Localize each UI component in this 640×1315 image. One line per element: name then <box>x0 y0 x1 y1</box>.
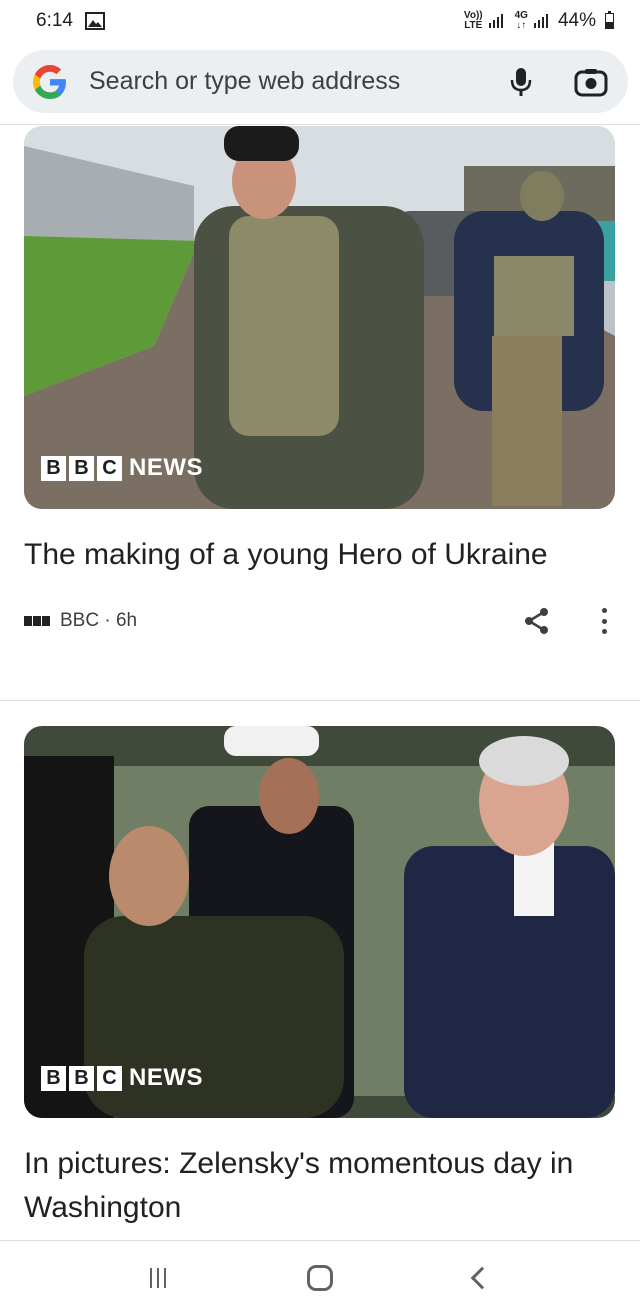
article-title[interactable]: The making of a young Hero of Ukraine <box>24 533 616 577</box>
back-icon[interactable] <box>470 1266 493 1290</box>
signal-bars-icon <box>488 14 503 28</box>
divider <box>0 700 640 701</box>
lens-icon[interactable] <box>574 67 608 97</box>
bbc-news-logo: B B C NEWS <box>41 454 203 482</box>
gallery-icon <box>84 12 105 30</box>
article-image[interactable]: B B C NEWS <box>24 726 615 1118</box>
handshake-photo <box>24 726 615 1118</box>
article-image[interactable]: B B C NEWS <box>24 126 615 509</box>
battery-icon <box>605 11 614 29</box>
article-title[interactable]: In pictures: Zelensky's momentous day in… <box>24 1142 616 1230</box>
navigation-bar <box>0 1240 640 1315</box>
signal-bars-2-icon <box>533 14 548 28</box>
more-icon[interactable] <box>600 608 608 634</box>
article-meta: BBC · 6h <box>24 601 616 641</box>
search-bar[interactable]: Search or type web address <box>13 50 628 113</box>
mic-icon[interactable] <box>508 67 534 97</box>
network-type: 4G ↓↑ <box>514 10 528 31</box>
google-logo-icon <box>33 64 66 99</box>
status-bar: 6:14 Vo)) LTE 4G ↓↑ 44% <box>0 0 640 42</box>
home-icon[interactable] <box>306 1265 333 1291</box>
search-input[interactable]: Search or type web address <box>89 67 508 96</box>
divider <box>0 124 640 125</box>
article-source: BBC · 6h <box>60 610 138 631</box>
recent-apps-icon[interactable] <box>150 1268 167 1288</box>
news-card[interactable]: B B C NEWS In pictures: Zelensky's momen… <box>24 726 616 1230</box>
bbc-source-icon <box>24 616 50 626</box>
share-icon[interactable] <box>524 607 550 635</box>
volte-indicator: Vo)) LTE <box>463 10 483 31</box>
bbc-news-logo: B B C NEWS <box>41 1064 203 1092</box>
soldiers-photo <box>24 126 615 509</box>
news-card[interactable]: B B C NEWS The making of a young Hero of… <box>24 126 616 641</box>
status-time: 6:14 <box>36 10 73 31</box>
battery-percent: 44% <box>557 10 596 31</box>
